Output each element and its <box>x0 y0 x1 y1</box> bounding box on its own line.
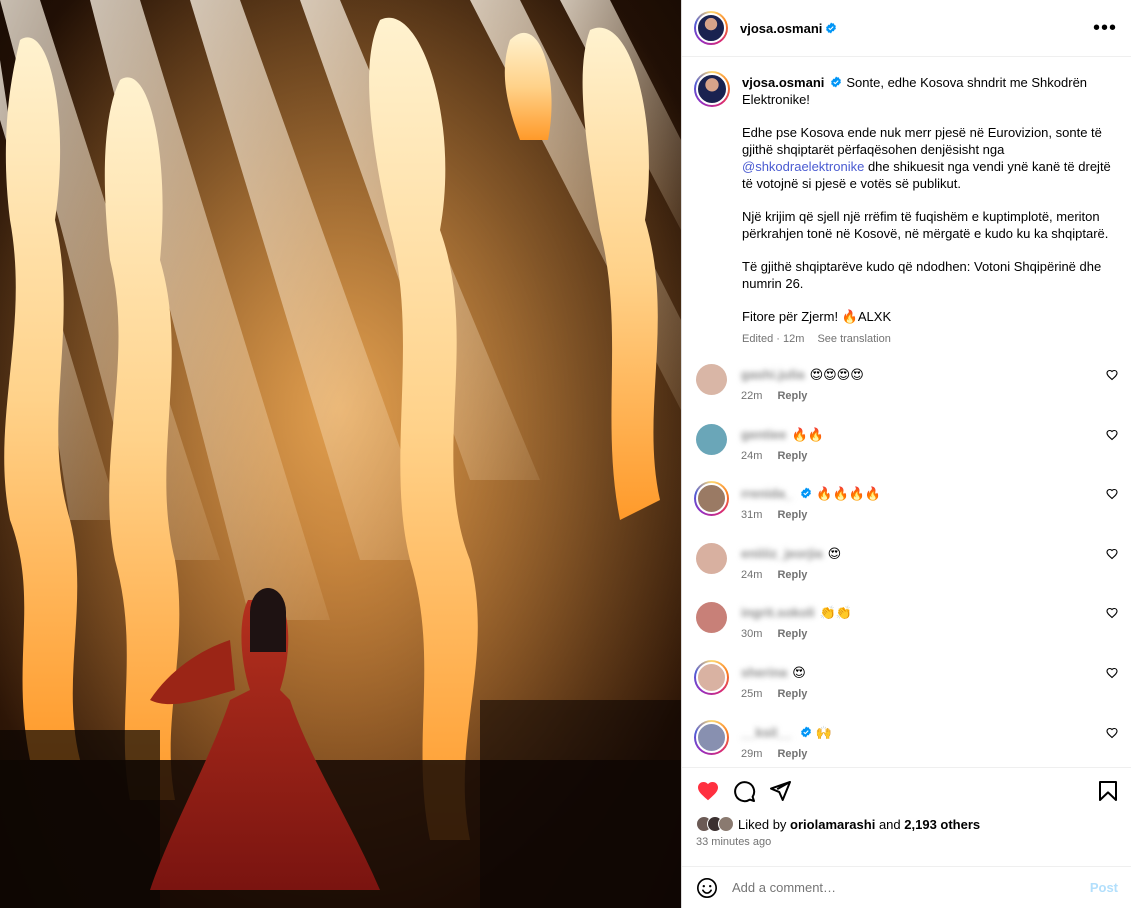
like-comment-heart-icon[interactable] <box>1106 429 1118 441</box>
commenter-username[interactable]: gentiee <box>741 427 787 442</box>
post-actions: Liked by oriolamarashi and 2,193 others … <box>682 767 1131 848</box>
author-avatar[interactable] <box>694 11 728 45</box>
add-comment-bar: Post <box>682 866 1131 908</box>
comment-text: 😍😍😍😍 <box>809 367 864 382</box>
mention-link[interactable]: @shkodraelektronike <box>742 159 864 174</box>
caption-line-4: Një krijim që sjell një rrëfim të fuqish… <box>742 209 1109 241</box>
comment-text: 🔥🔥🔥🔥 <box>816 486 882 502</box>
commenter-username[interactable]: sherina <box>741 665 787 680</box>
reply-button[interactable]: Reply <box>777 688 807 700</box>
like-comment-heart-icon[interactable] <box>1106 667 1118 679</box>
reply-button[interactable]: Reply <box>777 569 807 581</box>
comment-row: eniiiiz_jeorjia 😍 24m Reply <box>694 541 1120 601</box>
reply-button[interactable]: Reply <box>777 509 807 521</box>
verified-badge-icon <box>800 726 811 738</box>
reply-button[interactable]: Reply <box>777 390 807 402</box>
comment-row: rrenida_ 🔥🔥🔥🔥 31m Reply <box>694 481 1120 541</box>
liker-username[interactable]: oriolamarashi <box>790 817 875 832</box>
comment-row: gashi.julia 😍😍😍😍 22m Reply <box>694 362 1120 422</box>
concert-stage-image <box>0 0 681 908</box>
emoji-icon[interactable] <box>696 877 718 899</box>
like-comment-heart-icon[interactable] <box>1106 607 1118 619</box>
comments-scroll-area[interactable]: vjosa.osmani Sonte, edhe Kosova shndrit m… <box>682 57 1131 767</box>
verified-badge-icon <box>801 487 812 499</box>
like-comment-heart-icon[interactable] <box>1106 727 1118 739</box>
post-header: vjosa.osmani ••• <box>682 0 1131 57</box>
caption-line-5: Të gjithë shqiptarëve kudo që ndodhen: V… <box>742 259 1102 291</box>
caption-username[interactable]: vjosa.osmani <box>742 75 824 90</box>
liker-avatar <box>718 816 734 832</box>
commenter-username[interactable]: eniiiiz_jeorjia <box>741 546 823 561</box>
post-comment-button[interactable]: Post <box>1090 880 1118 895</box>
bookmark-icon[interactable] <box>1096 779 1120 803</box>
post-photo[interactable] <box>0 0 681 908</box>
comment-icon[interactable] <box>732 779 756 803</box>
verified-badge-icon <box>831 76 842 88</box>
like-comment-heart-icon[interactable] <box>1106 548 1118 560</box>
commenter-avatar[interactable] <box>696 542 727 574</box>
share-icon[interactable] <box>768 779 792 803</box>
comment-row: sherina 😍 25m Reply <box>694 659 1120 720</box>
likes-summary[interactable]: Liked by oriolamarashi and 2,193 others <box>696 816 1120 832</box>
comment-list: gashi.julia 😍😍😍😍 22m Reply gentiee 🔥🔥 24m … <box>694 362 1120 767</box>
edited-label: Edited · 12m <box>742 333 805 345</box>
commenter-username[interactable]: __ksil__ <box>741 725 792 740</box>
reply-button[interactable]: Reply <box>777 748 807 760</box>
comment-time: 31m <box>741 509 763 522</box>
commenter-avatar[interactable] <box>696 423 727 455</box>
commenter-username[interactable]: rrenida_ <box>741 486 792 501</box>
caption-avatar[interactable] <box>694 71 730 107</box>
likes-count[interactable]: 2,193 others <box>904 817 980 832</box>
commenter-avatar[interactable] <box>694 659 729 695</box>
caption-line-6: Fitore për Zjerm! 🔥ALXK <box>742 309 892 324</box>
commenter-avatar[interactable] <box>696 602 727 634</box>
post-caption: vjosa.osmani Sonte, edhe Kosova shndrit m… <box>694 71 1120 348</box>
post-time: 33 minutes ago <box>696 836 772 848</box>
comment-time: 24m <box>741 449 763 462</box>
like-comment-heart-icon[interactable] <box>1106 369 1118 381</box>
comment-text: 👏👏 <box>819 605 853 621</box>
comment-time: 29m <box>741 747 763 760</box>
comment-time: 22m <box>741 390 763 402</box>
comment-time: 24m <box>741 568 763 581</box>
comment-text: 😍 <box>792 664 806 680</box>
comment-row: __ksil__ 🙌 29m Reply <box>694 719 1120 767</box>
comment-text: 🔥🔥 <box>791 426 824 442</box>
comment-input[interactable] <box>732 880 1090 895</box>
more-options-icon[interactable]: ••• <box>1093 18 1117 38</box>
comment-text: 😍 <box>827 545 842 561</box>
reply-button[interactable]: Reply <box>777 628 807 640</box>
comment-text: 🙌 <box>815 724 832 740</box>
commenter-avatar[interactable] <box>696 364 727 395</box>
commenter-avatar[interactable] <box>694 481 729 517</box>
heart-filled-icon[interactable] <box>696 779 720 803</box>
verified-badge-icon <box>826 22 837 34</box>
commenter-username[interactable]: gashi.julia <box>741 367 805 382</box>
reply-button[interactable]: Reply <box>777 450 807 462</box>
comment-time: 30m <box>741 628 763 641</box>
like-comment-heart-icon[interactable] <box>1106 488 1118 500</box>
see-translation-link[interactable]: See translation <box>817 333 890 345</box>
author-username[interactable]: vjosa.osmani <box>740 21 822 36</box>
caption-line-2: Edhe pse Kosova ende nuk merr pjesë në E… <box>742 125 1102 157</box>
commenter-avatar[interactable] <box>694 719 729 755</box>
comment-row: ingrit.sokoli 👏👏 30m Reply <box>694 600 1120 660</box>
comment-row: gentiee 🔥🔥 24m Reply <box>694 422 1120 482</box>
commenter-username[interactable]: ingrit.sokoli <box>741 605 815 620</box>
post-side-panel: vjosa.osmani ••• vjosa.osmani Sonte, edhe… <box>681 0 1131 908</box>
likes-and: and <box>878 816 901 832</box>
likes-prefix: Liked by <box>738 816 787 832</box>
comment-time: 25m <box>741 687 763 700</box>
